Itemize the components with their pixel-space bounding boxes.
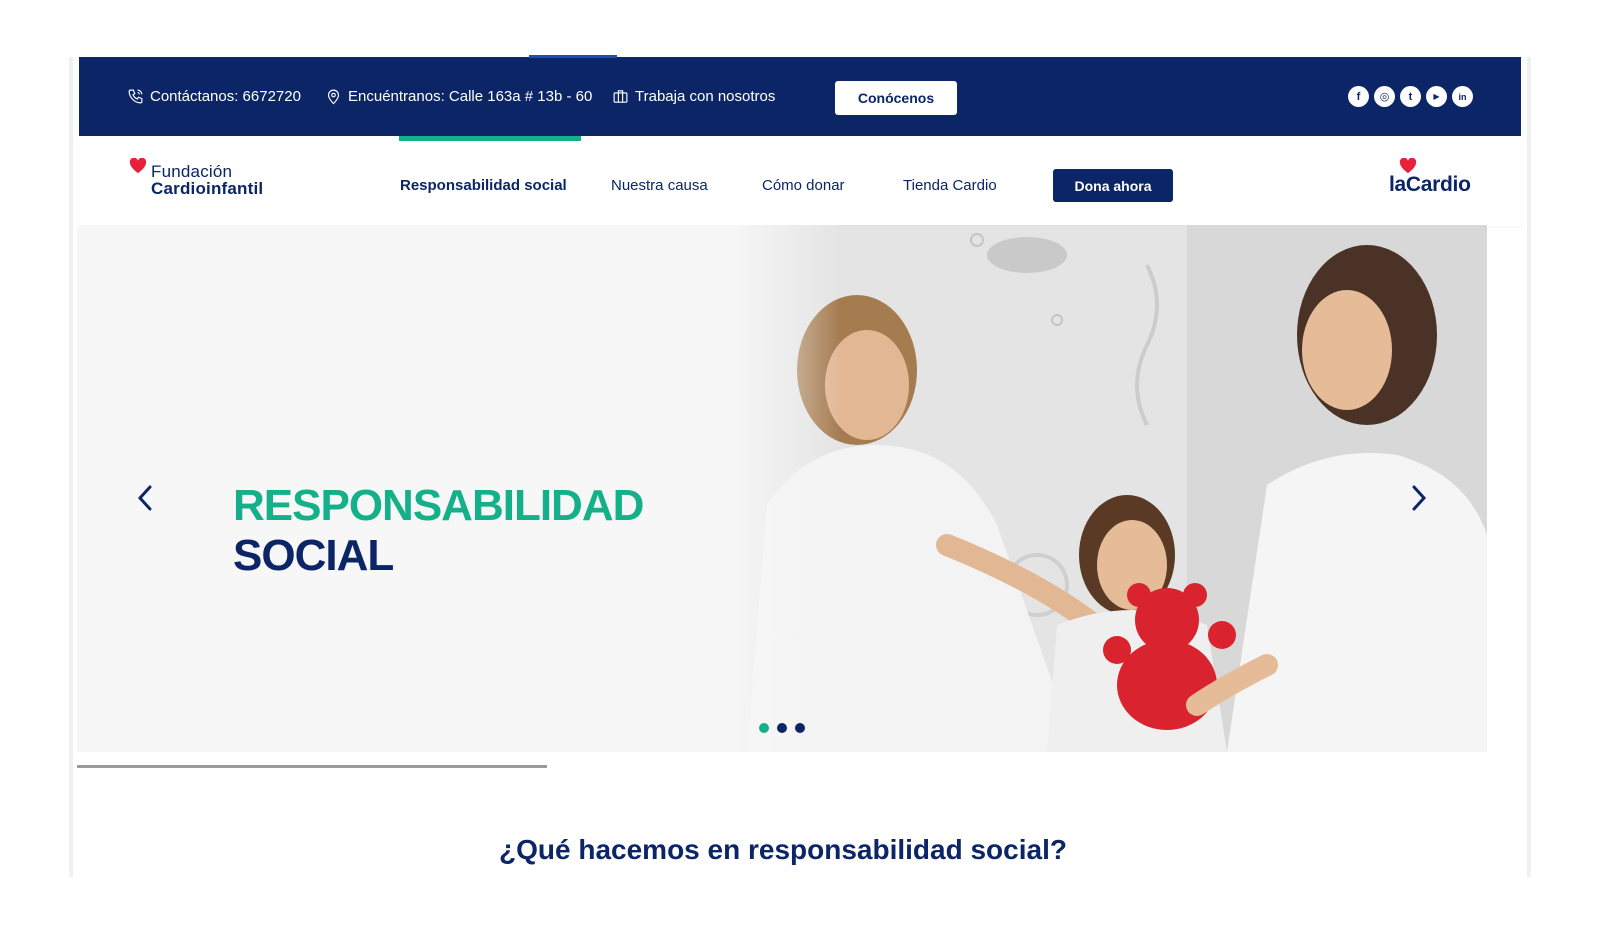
lacardio-logo[interactable]: laCardio: [1389, 158, 1479, 198]
active-nav-indicator: [399, 136, 581, 141]
phone-icon: [128, 89, 143, 104]
main-nav: Fundación Cardioinfantil Responsabilidad…: [79, 136, 1521, 226]
work-with-us-link[interactable]: Trabaja con nosotros: [612, 88, 775, 105]
location-pin-icon: [327, 89, 340, 105]
instagram-icon[interactable]: ◎: [1374, 86, 1395, 107]
next-slide-arrow-icon[interactable]: [1409, 483, 1429, 513]
hero-title-line1: RESPONSABILIDAD: [233, 481, 644, 530]
location-link[interactable]: Encuéntranos: Calle 163a # 13b - 60: [325, 88, 592, 105]
hero-title: RESPONSABILIDAD SOCIAL: [233, 481, 644, 581]
nav-item-tienda-cardio[interactable]: Tienda Cardio: [903, 177, 997, 194]
facebook-icon[interactable]: f: [1348, 86, 1369, 107]
slide-progress-bar: [77, 765, 547, 768]
work-with-us-label: Trabaja con nosotros: [635, 88, 776, 105]
nav-item-como-donar[interactable]: Cómo donar: [762, 177, 845, 194]
brand-left-text: Fundación Cardioinfantil: [151, 163, 263, 197]
contact-link[interactable]: Contáctanos: 6672720: [127, 88, 301, 105]
brand-left-line2: Cardioinfantil: [151, 179, 264, 198]
top-bar: Contáctanos: 6672720 Encuéntranos: Calle…: [79, 55, 1521, 136]
hero-title-line2: SOCIAL: [233, 531, 394, 580]
location-label: Encuéntranos: Calle 163a # 13b - 60: [348, 88, 593, 105]
hero-photo: [727, 225, 1487, 752]
twitter-icon[interactable]: t: [1400, 86, 1421, 107]
slide-dot-1[interactable]: [759, 723, 769, 733]
hero-slider: RESPONSABILIDAD SOCIAL: [77, 225, 1487, 752]
contact-label: Contáctanos: 6672720: [150, 88, 301, 105]
heart-icon: [1399, 158, 1417, 174]
slide-dot-3[interactable]: [795, 723, 805, 733]
page-frame: Contáctanos: 6672720 Encuéntranos: Calle…: [73, 55, 1527, 877]
briefcase-icon: [613, 90, 628, 103]
slide-dot-2[interactable]: [777, 723, 787, 733]
nav-item-nuestra-causa[interactable]: Nuestra causa: [611, 177, 708, 194]
nav-item-responsabilidad-social[interactable]: Responsabilidad social: [400, 177, 567, 194]
social-links: f ◎ t ▶ in: [1348, 86, 1473, 107]
linkedin-icon[interactable]: in: [1452, 86, 1473, 107]
youtube-icon[interactable]: ▶: [1426, 86, 1447, 107]
slide-dots: [759, 723, 805, 733]
heart-icon: [129, 158, 147, 174]
previous-slide-arrow-icon[interactable]: [135, 483, 155, 513]
section-title: ¿Qué hacemos en responsabilidad social?: [499, 834, 1067, 865]
conocenos-button[interactable]: Conócenos: [835, 81, 957, 115]
donate-button[interactable]: Dona ahora: [1053, 169, 1173, 202]
brand-right-text: laCardio: [1389, 173, 1471, 196]
top-accent-line: [529, 55, 617, 58]
